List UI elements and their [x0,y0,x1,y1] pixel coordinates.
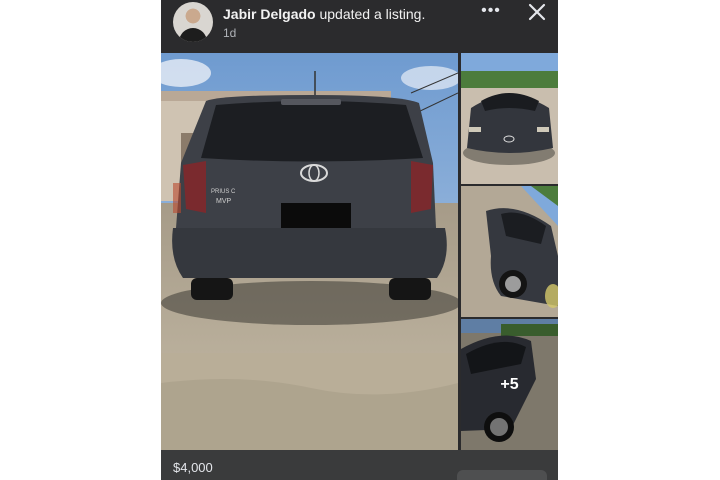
listing-footer: $4,000 [161,450,558,480]
trim-badge: MVP [216,198,232,205]
listing-price: $4,000 [173,460,213,475]
more-icon[interactable]: ••• [479,2,503,20]
avatar[interactable] [173,2,213,42]
model-badge: PRIUS C [211,189,236,195]
thumbnail-front[interactable] [461,53,558,184]
listing-post: Jabir Delgado updated a listing. 1d ••• [161,0,558,480]
post-action: updated a listing. [319,6,426,22]
thumbnail-more[interactable]: +5 [461,319,558,450]
post-title: Jabir Delgado updated a listing. [223,6,425,22]
author-name[interactable]: Jabir Delgado [223,6,316,22]
more-photos-count[interactable]: +5 [461,319,558,450]
close-icon[interactable] [525,0,549,24]
post-header: Jabir Delgado updated a listing. 1d ••• [161,0,558,52]
thumbnail-side[interactable] [461,186,558,317]
message-button[interactable] [457,470,547,480]
main-photo[interactable]: PRIUS C MVP [161,53,458,450]
post-time[interactable]: 1d [223,26,236,40]
